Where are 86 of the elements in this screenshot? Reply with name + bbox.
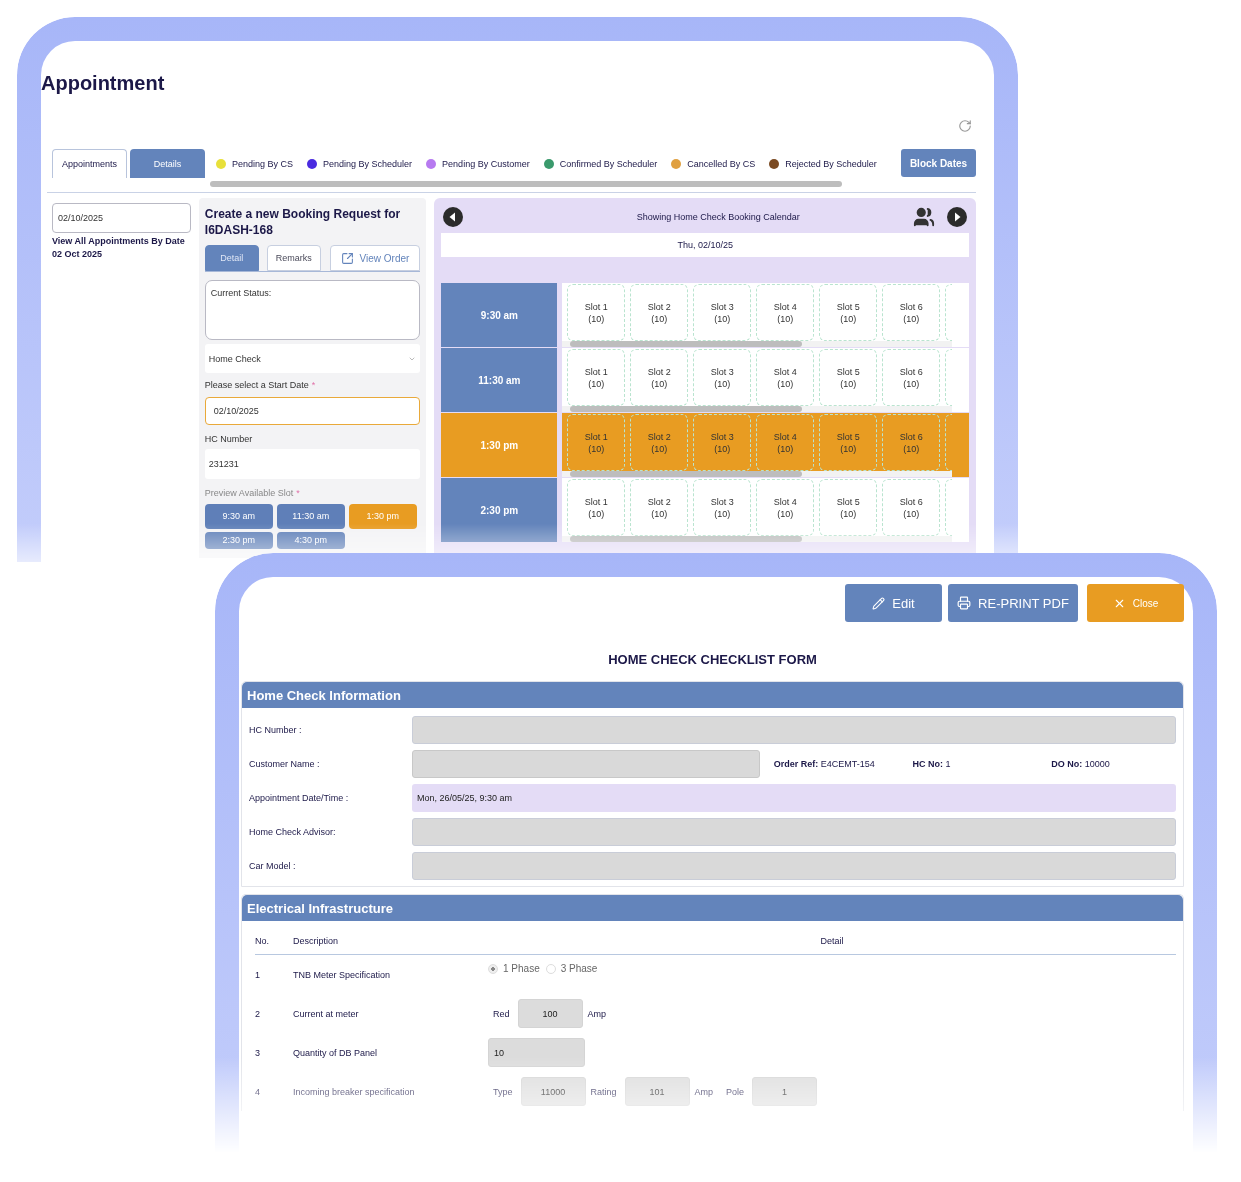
field-label: Preview Available Slot * [204,487,301,499]
time-slot-button[interactable]: 9:30 am [204,504,273,529]
field-label: Customer Name : [249,759,321,769]
column-header: No. [255,936,270,946]
view-order-button[interactable]: View Order [329,245,421,271]
column-header: Detail [819,936,845,946]
legend-item: Confirmed By Scheduler [543,158,658,169]
row-description: Incoming breaker specification [293,1086,416,1097]
order-info: Order Ref: E4CEMT-154 [773,759,876,769]
input-field[interactable] [412,716,1176,744]
scrollbar[interactable] [570,536,803,542]
row-number: 3 [255,1047,261,1058]
block-dates-button[interactable]: Block Dates [901,149,976,177]
refresh-icon[interactable] [958,119,972,133]
radio-option[interactable]: 3 Phase [545,963,598,974]
input-field[interactable]: 100 [517,999,583,1028]
tab[interactable]: Remarks [266,245,321,271]
input-field[interactable]: 11000 [520,1077,586,1106]
calendar-title: Showing Home Check Booking Calendar [635,212,801,222]
legend-item: Pending By CS [216,158,294,169]
unit-label: Type [493,1086,513,1097]
unit-label: Red [493,1008,510,1019]
selected-date: 02 Oct 2025 [52,248,104,260]
radio-button[interactable] [488,963,498,974]
field-label: Home Check Advisor: [249,827,337,837]
time-slot-button[interactable]: 11:30 am [276,504,345,529]
next-icon[interactable] [947,207,967,227]
tab[interactable]: Details [130,149,205,178]
print-button[interactable]: RE-PRINT PDF [948,584,1078,622]
radio-option[interactable]: 1 Phase [488,963,540,974]
field-label: Car Model : [249,861,297,871]
pencil-icon [872,596,886,610]
view-all-link[interactable]: View All Appointments By Date [52,235,191,248]
section-header: Electrical Infrastructure [242,895,1183,921]
previous-icon[interactable] [443,207,464,227]
input-field[interactable] [412,852,1176,880]
form-title: HOME CHECK CHECKLIST FORM [607,652,818,668]
input-field[interactable]: 10 [488,1038,585,1067]
scrollbar[interactable] [570,406,803,412]
input-field[interactable]: Mon, 26/05/25, 9:30 am [412,784,1176,812]
date-field[interactable]: 02/10/2025 [52,203,191,233]
field-label: HC Number [204,433,254,445]
page-title: Appointment [41,73,166,93]
calendar-date: Thu, 02/10/25 [441,233,969,257]
printer-icon [957,596,972,610]
legend-item: Cancelled By CS [671,158,756,169]
scrollbar[interactable] [570,471,803,477]
input-field[interactable] [412,750,760,778]
tab[interactable]: Appointments [52,149,127,178]
section-header: Home Check Information [242,682,1183,708]
scrollbar[interactable] [570,341,803,347]
row-description: Current at meter [293,1008,360,1019]
booking-heading: Create a new Booking Request for I6DASH-168 [204,206,402,238]
input-field[interactable] [412,818,1176,846]
service-select[interactable]: Home Check [204,344,421,373]
order-info: HC No: 1 [912,759,952,769]
row-number: 1 [255,969,261,980]
row-number: 4 [255,1086,261,1097]
legend-item: Pending By Scheduler [307,158,413,169]
field-label: Please select a Start Date * [204,379,317,391]
people-icon[interactable] [913,206,935,228]
unit-label: Amp [694,1086,714,1097]
unit-label: Pole [726,1086,745,1097]
row-description: TNB Meter Specification [293,969,392,980]
field-label: Appointment Date/Time : [249,793,350,803]
column-header: Description [293,936,340,946]
time-cell[interactable]: 9:30 am [441,283,558,347]
external-link-icon [340,251,354,265]
hc-number-field[interactable]: 231231 [204,449,421,479]
row-description: Quantity of DB Panel [293,1047,379,1058]
input-field[interactable]: 101 [624,1077,690,1106]
unit-label: Amp [587,1008,607,1019]
scrollbar[interactable] [210,181,842,187]
start-date-field[interactable]: 02/10/2025 [204,397,421,425]
unit-label: Rating [590,1086,617,1097]
legend-item: Pending By Customer [426,158,530,169]
legend-item: Rejected By Scheduler [769,158,877,169]
order-info: DO No: 10000 [1051,759,1111,769]
time-cell[interactable]: 11:30 am [441,348,558,412]
radio-button[interactable] [545,963,556,974]
row-number: 2 [255,1008,261,1019]
edit-button[interactable]: Edit [845,584,942,622]
status-field[interactable]: Current Status: [204,280,421,340]
field-label: HC Number : [249,725,303,735]
input-field[interactable]: 1 [752,1077,818,1106]
time-cell[interactable]: 2:30 pm [441,478,558,542]
